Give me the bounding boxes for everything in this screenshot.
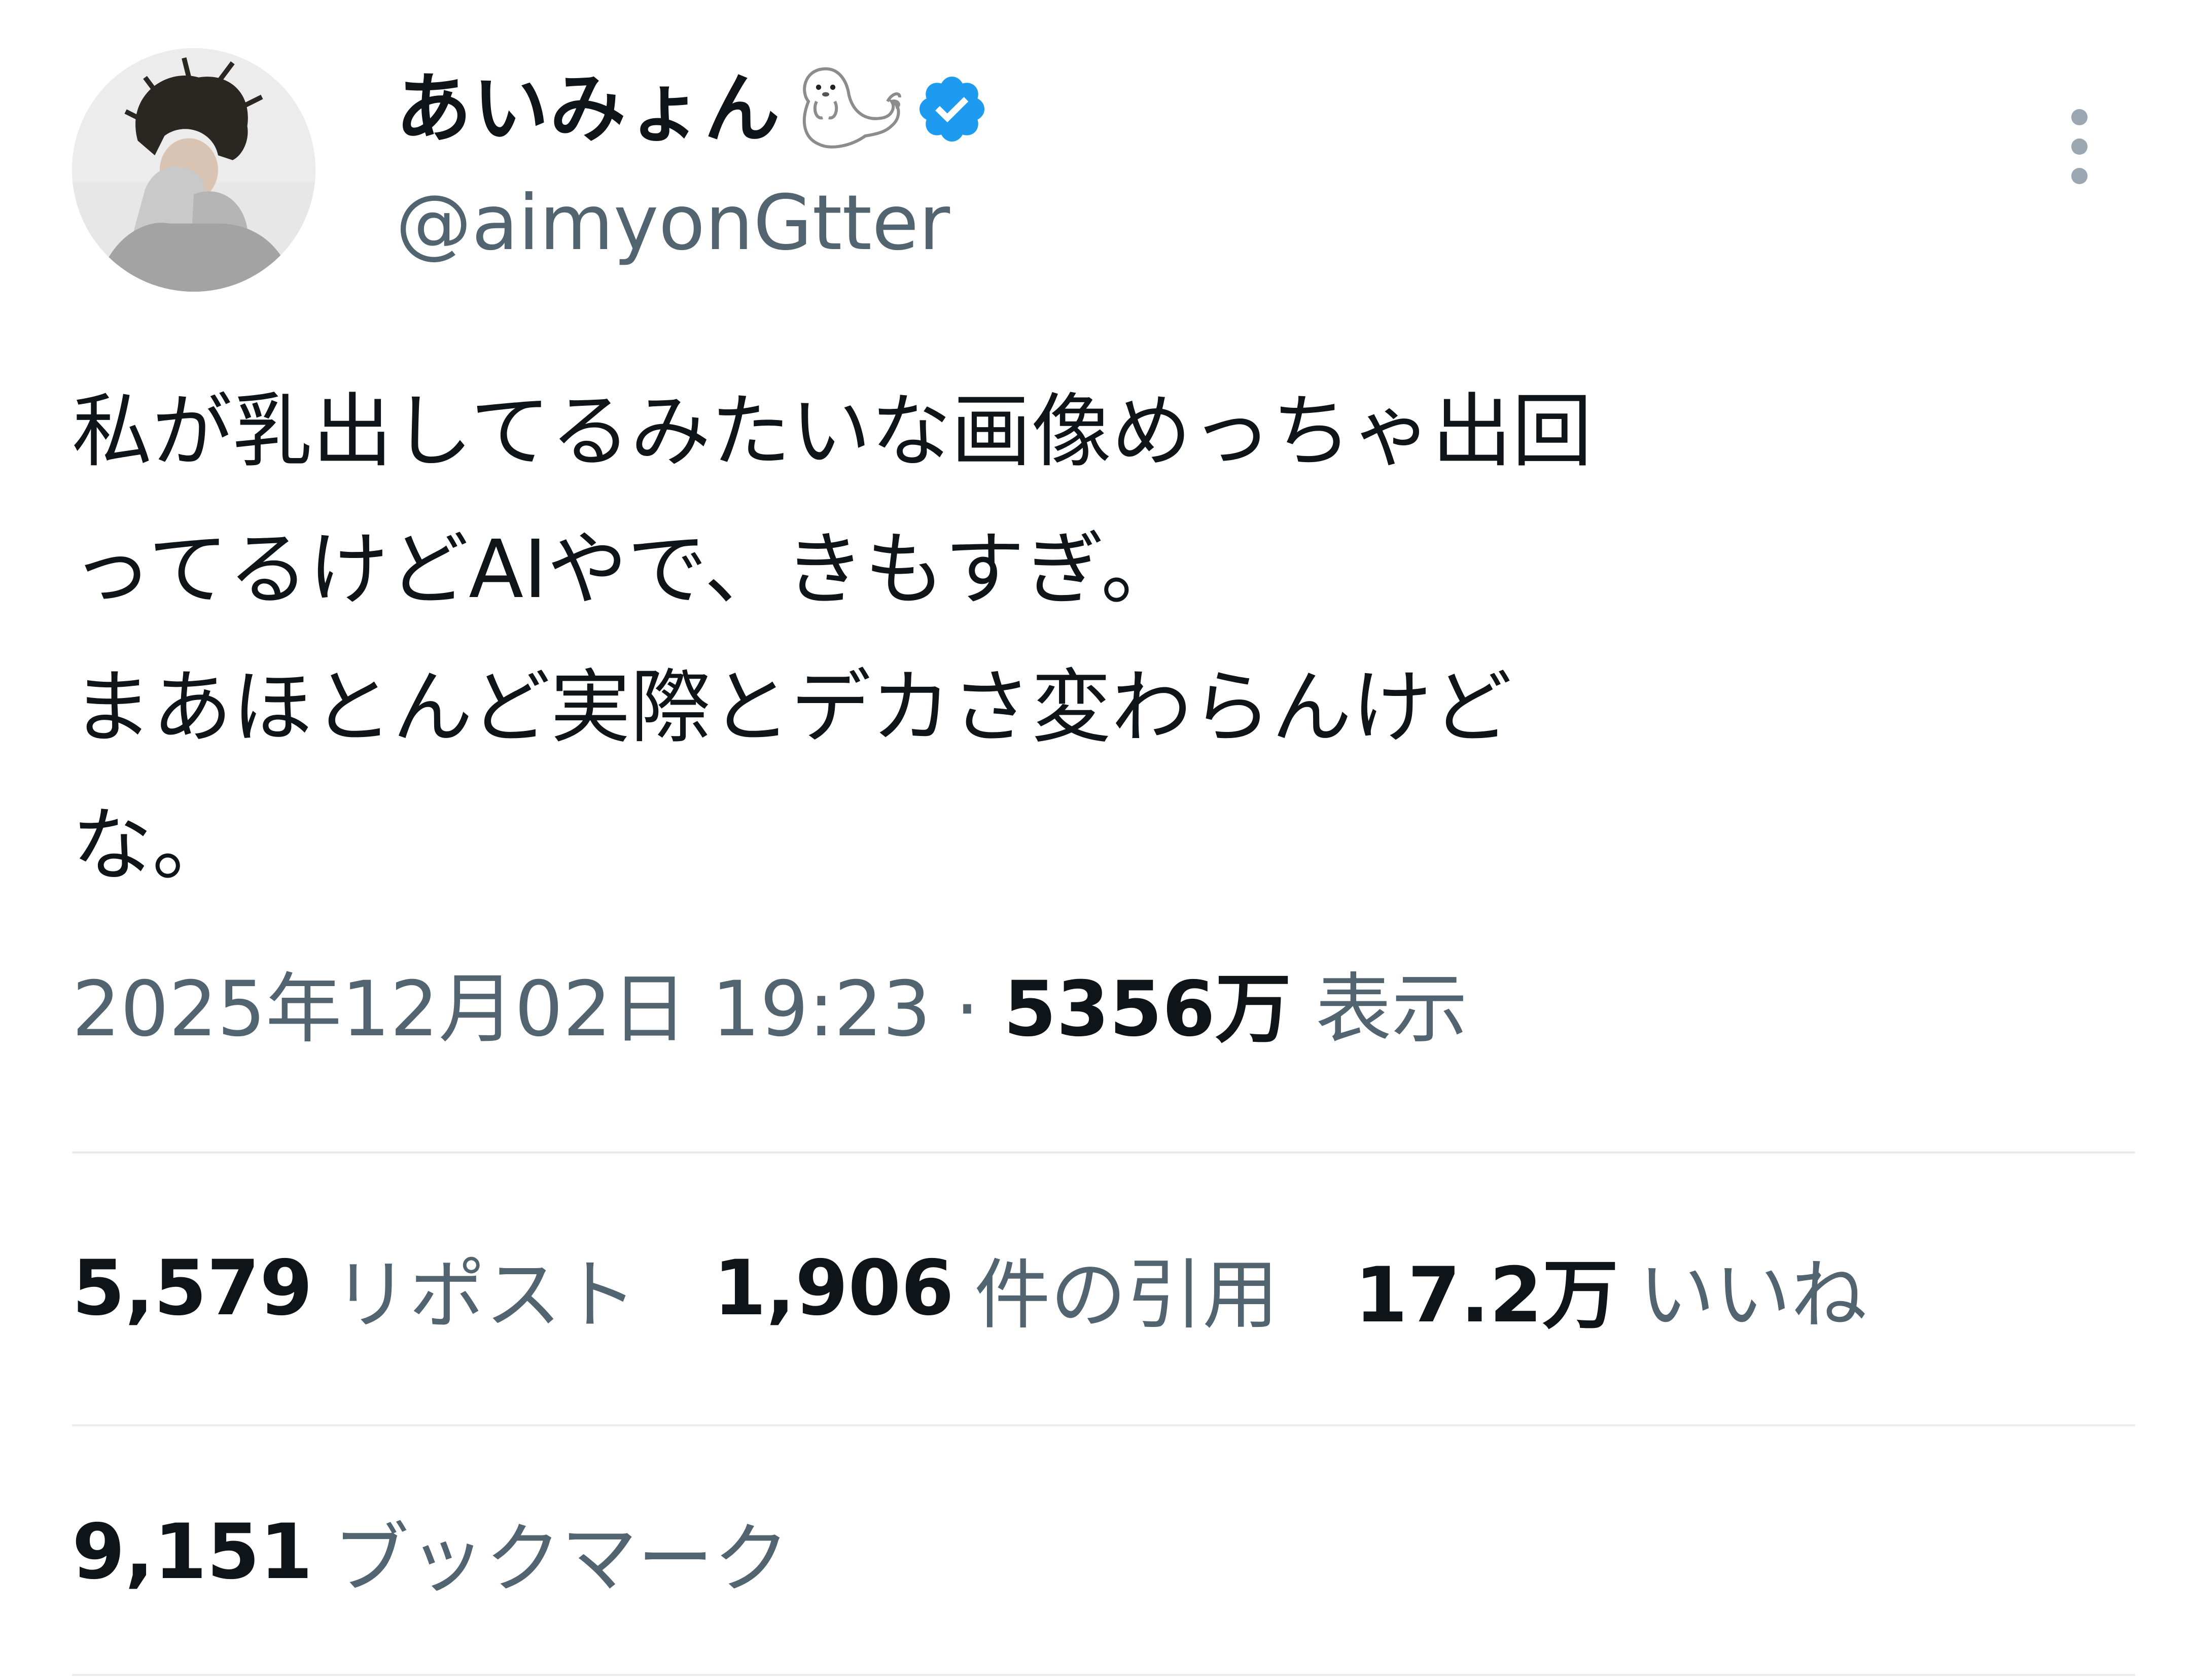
tweet-text: 私が乳出してるみたいな画像めっちゃ出回 ってるけどAIやで、きもすぎ。 まあほと… — [72, 363, 2131, 915]
tweet-text-line: まあほとんど実際とデカさ変わらんけど — [72, 661, 1512, 754]
tweet-date[interactable]: 2025年12月02日 — [72, 965, 687, 1054]
divider — [72, 1674, 2135, 1676]
likes-label: いいね — [1639, 1251, 1867, 1340]
seal-icon — [790, 61, 902, 157]
reposts-stat[interactable]: 5,579 リポスト — [72, 1234, 637, 1344]
divider — [72, 1424, 2135, 1426]
author-name-row: あいみょん — [396, 66, 990, 152]
author-handle[interactable]: @aimyonGtter — [396, 180, 950, 266]
divider — [72, 1151, 2135, 1153]
likes-stat[interactable]: 17.2万 いいね — [1355, 1234, 1867, 1344]
views-count: 5356万 — [1003, 965, 1291, 1054]
views-label: 表示 — [1315, 965, 1468, 1054]
bookmarks-stat[interactable]: 9,151 ブックマーク — [72, 1501, 789, 1603]
more-vertical-icon[interactable] — [2059, 104, 2100, 190]
engagement-stats: 5,579 リポスト 1,906 件の引用 17.2万 いいね — [72, 1238, 1943, 1340]
tweet-meta: 2025年12月02日 19:23 · 5356万 表示 — [72, 959, 1468, 1060]
reposts-label: リポスト — [333, 1251, 638, 1340]
tweet-text-line: ってるけどAIやで、きもすぎ。 — [72, 523, 1181, 616]
quotes-count: 1,906 — [713, 1244, 954, 1333]
bookmarks-label: ブックマーク — [333, 1515, 790, 1603]
tweet-text-line: な。 — [72, 799, 232, 892]
quotes-label: 件の引用 — [974, 1251, 1279, 1340]
avatar[interactable] — [72, 48, 315, 292]
tweet-text-line: 私が乳出してるみたいな画像めっちゃ出回 — [72, 385, 1593, 478]
tweet-time[interactable]: 19:23 — [712, 965, 931, 1054]
verified-badge-icon[interactable] — [914, 71, 990, 147]
bookmarks-count: 9,151 — [72, 1508, 313, 1596]
meta-separator: · — [955, 965, 979, 1054]
quotes-stat[interactable]: 1,906 件の引用 — [713, 1234, 1278, 1344]
likes-count: 17.2万 — [1354, 1251, 1619, 1340]
tweet-detail: あいみょん @aimyonGtter 私が乳出してるみたいな画像めっちゃ出回 っ… — [0, 0, 2191, 1680]
reposts-count: 5,579 — [72, 1244, 313, 1333]
author-display-name[interactable]: あいみょん — [396, 66, 781, 152]
